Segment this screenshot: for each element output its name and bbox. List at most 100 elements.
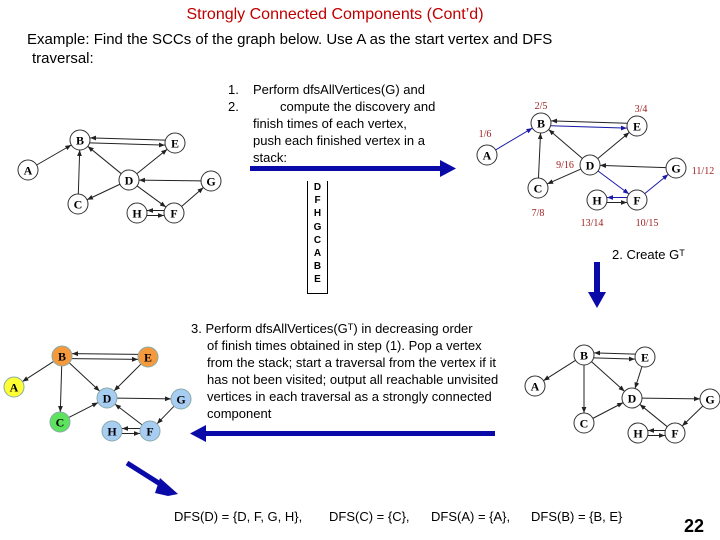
slide-title: Strongly Connected Components (Cont’d): [186, 6, 484, 23]
scc-result: DFS(D) = {D, F, G, H},: [174, 509, 303, 524]
arrow-down-transpose: [588, 262, 606, 308]
edge-D-E: [136, 148, 168, 175]
edge-B-C: [58, 365, 63, 413]
stack-item: A: [313, 248, 322, 260]
scc-result: DFS(C) = {C},: [329, 509, 410, 524]
edge-C-D: [592, 402, 624, 419]
vertex-label: E: [633, 120, 641, 134]
vertex-label: H: [132, 207, 142, 221]
edge-B-D: [591, 361, 625, 392]
scc-result: DFS(B) = {B, E}: [531, 509, 623, 524]
vertex-label: C: [74, 198, 83, 212]
step2-line: compute the discovery and: [280, 99, 436, 114]
vertex-label: B: [580, 349, 588, 363]
finish-time-label: 1/6: [479, 129, 492, 140]
vertex-label: E: [641, 351, 649, 365]
edge-E-B: [594, 350, 636, 356]
edge-G-D: [599, 163, 667, 169]
vertex-label: B: [537, 117, 545, 131]
stack-item: E: [314, 274, 321, 286]
edge-D-G: [641, 396, 701, 402]
finish-time-label: 3/4: [635, 104, 648, 115]
graph-g: A B C D E F G H: [17, 129, 222, 224]
vertex-label: A: [531, 380, 540, 394]
edge-D-G: [116, 396, 172, 402]
step3-line: of finish times obtained in step (1). Po…: [207, 338, 482, 353]
vertex-label: G: [671, 162, 680, 176]
step3-line: has not been visited; output all reachab…: [207, 372, 499, 387]
step2-number: 2.: [228, 99, 239, 114]
vertex-label: D: [628, 392, 637, 406]
graph-scc-colored: A B C D E F G H: [3, 345, 192, 442]
finish-time-label: 10/15: [636, 218, 659, 229]
vertex-label: C: [580, 417, 589, 431]
finish-stack: D F H G C A B E: [307, 181, 328, 294]
step1-text: Perform dfsAllVertices(G) and: [253, 82, 425, 97]
vertex-label: F: [633, 194, 640, 208]
edge-B-E: [89, 142, 165, 148]
vertex-label: A: [24, 164, 33, 178]
edge-E-B: [551, 118, 628, 124]
finish-time-label: 11/12: [692, 166, 714, 177]
vertex-label: H: [633, 427, 643, 441]
edge-E-D: [113, 363, 142, 392]
edge-C-D: [68, 402, 99, 418]
finish-time-label: 2/5: [535, 101, 548, 112]
vertex-label: G: [705, 393, 714, 407]
slide: A B C D E F G H A 1/6 B 2/5 C 7/8 D 9/16 E 3/4 F 10/15 G 11/1…: [0, 0, 720, 540]
finish-time-label: 9/16: [556, 160, 574, 171]
edge-F-D: [639, 403, 668, 428]
edge-D-C: [86, 183, 121, 201]
graph-dfs-times: A 1/6 B 2/5 C 7/8 D 9/16 E 3/4 F 10/15 G 11/12 H 13/14: [476, 101, 714, 229]
finish-time-label: 7/8: [532, 208, 545, 219]
step2-line: finish times of each vertex,: [253, 116, 407, 131]
edge-F-D: [114, 403, 143, 426]
arrow-left-step3: [190, 425, 495, 442]
edge-A-B: [495, 127, 533, 151]
create-transpose-label: 2. Create Gᵀ: [612, 247, 685, 262]
edge-C-B: [537, 132, 543, 179]
stack-item: G: [313, 221, 322, 233]
vertex-label: A: [483, 149, 492, 163]
edge-A-B: [36, 144, 72, 166]
edge-B-A: [543, 359, 576, 382]
edge-D-E: [597, 132, 630, 159]
edge-G-F: [681, 405, 704, 427]
intro-line-1: Example: Find the SCCs of the graph belo…: [27, 31, 553, 48]
step1-number: 1.: [228, 82, 239, 97]
vertex-label: A: [10, 381, 19, 395]
stack-item: C: [313, 234, 322, 246]
edge-E-B: [72, 351, 139, 357]
vertex-label: H: [592, 194, 602, 208]
step3-line: 3. Perform dfsAllVertices(Gᵀ) in decreas…: [191, 321, 473, 336]
edge-B-E: [71, 356, 138, 362]
edge-B-E: [593, 356, 635, 362]
vertex-label: C: [56, 416, 65, 430]
edge-E-D: [634, 366, 643, 389]
vertex-label: G: [176, 393, 185, 407]
vertex-label: F: [170, 207, 177, 221]
edge-D-C: [546, 168, 582, 185]
step2-line: push each finished vertex in a: [253, 133, 425, 148]
scc-result: DFS(A) = {A},: [431, 509, 511, 524]
edge-B-E: [550, 125, 627, 131]
edge-F-G: [181, 187, 204, 207]
stack-item: H: [313, 208, 322, 220]
vertex-label: E: [144, 351, 152, 365]
vertex-label: B: [76, 134, 84, 148]
finish-time-label: 13/14: [581, 218, 604, 229]
edge-B-D: [68, 362, 101, 392]
stack-item: F: [314, 195, 321, 207]
edge-D-F: [597, 170, 630, 195]
page-number: 22: [683, 516, 704, 536]
graph-transpose: A B C D E F G H: [524, 344, 720, 444]
vertex-label: G: [206, 175, 215, 189]
edge-B-A: [22, 361, 54, 382]
vertex-label: D: [103, 392, 112, 406]
edge-F-G: [644, 173, 669, 195]
vertex-label: E: [171, 137, 179, 151]
vertex-label: F: [671, 427, 678, 441]
vertex-label: C: [534, 182, 543, 196]
vertex-label: D: [125, 174, 134, 188]
step3-line: from the stack; start a traversal from t…: [207, 355, 496, 370]
